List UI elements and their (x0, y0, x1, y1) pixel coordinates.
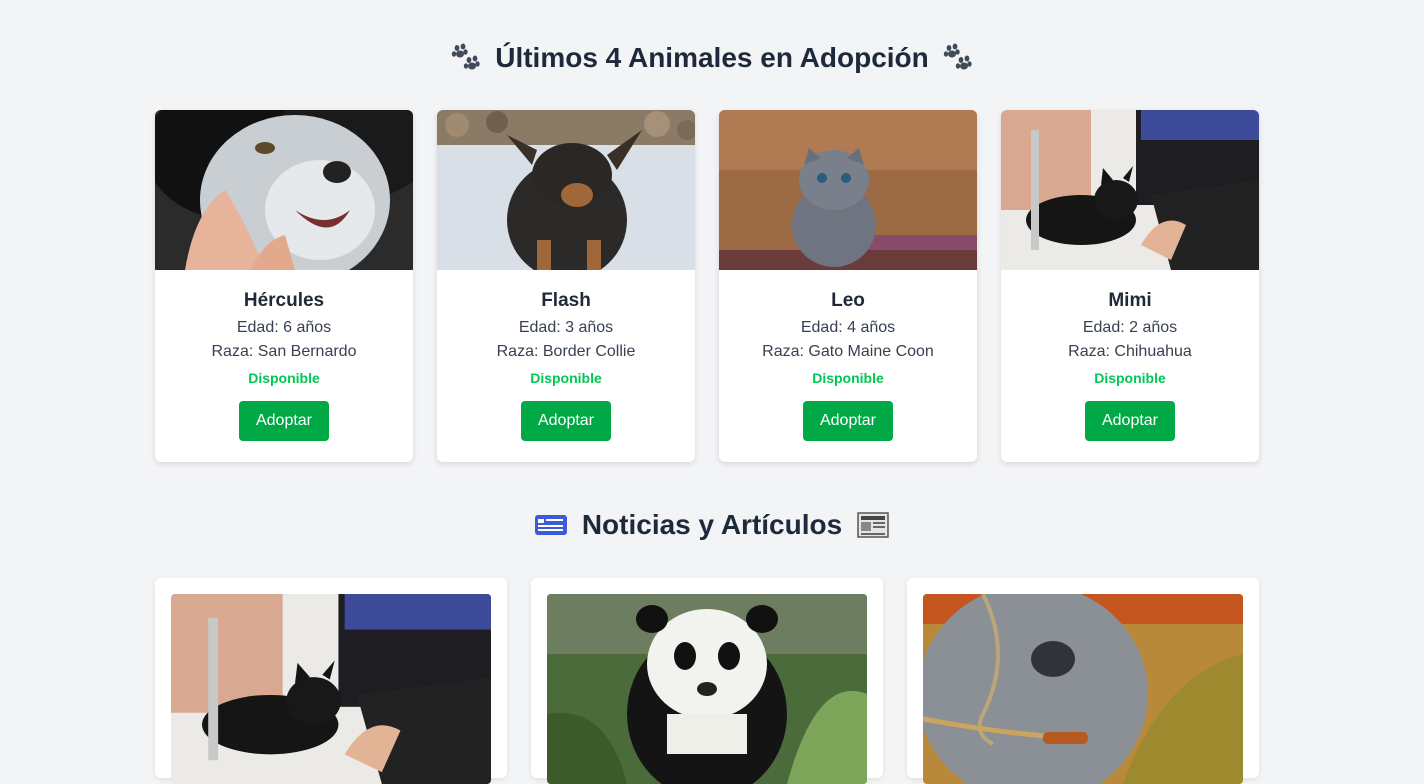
animal-card: Mimi Edad: 2 años Raza: Chihuahua Dispon… (1001, 110, 1259, 462)
animal-breed: Raza: Chihuahua (1068, 343, 1192, 360)
news-section-title: Noticias y Artículos (0, 507, 1424, 541)
paw-prints-icon (452, 43, 481, 70)
newspaper-icon (857, 511, 889, 538)
black-kitten-photo (1001, 110, 1259, 270)
animal-card: Flash Edad: 3 años Raza: Border Collie D… (437, 110, 695, 462)
cow-photo (923, 594, 1243, 784)
dog-puppy-photo (437, 110, 695, 270)
adoption-section-title: Últimos 4 Animales en Adopción (0, 40, 1424, 74)
status-badge: Disponible (530, 370, 602, 386)
animal-age: Edad: 2 años (1082, 319, 1178, 336)
animal-card: Leo Edad: 4 años Raza: Gato Maine Coon D… (719, 110, 977, 462)
animal-age: Edad: 3 años (518, 319, 614, 336)
animal-name: Hércules (243, 290, 325, 311)
status-badge: Disponible (812, 370, 884, 386)
animal-breed: Raza: San Bernardo (211, 343, 357, 360)
newspaper-blue-icon (535, 514, 568, 535)
news-card[interactable] (155, 578, 507, 784)
animal-breed: Raza: Border Collie (496, 343, 636, 360)
adoption-title-text: Últimos 4 Animales en Adopción (495, 41, 929, 73)
animal-age: Edad: 4 años (800, 319, 896, 336)
adopt-button[interactable]: Adoptar (803, 401, 893, 441)
adopt-button[interactable]: Adoptar (1085, 401, 1175, 441)
black-kitten-keyboard-photo (171, 594, 491, 784)
adopt-button[interactable]: Adoptar (521, 401, 611, 441)
news-card[interactable] (907, 578, 1259, 784)
dog-husky-photo (155, 110, 413, 270)
panda-photo (547, 594, 867, 784)
animal-name: Flash (541, 290, 591, 311)
status-badge: Disponible (248, 370, 320, 386)
adopt-button[interactable]: Adoptar (239, 401, 329, 441)
animal-name: Leo (831, 290, 865, 311)
status-badge: Disponible (1094, 370, 1166, 386)
paw-prints-icon (943, 43, 972, 70)
animal-age: Edad: 6 años (236, 319, 332, 336)
animal-breed: Raza: Gato Maine Coon (762, 343, 934, 360)
news-title-text: Noticias y Artículos (581, 508, 843, 540)
news-card[interactable] (531, 578, 883, 784)
animal-name: Mimi (1108, 290, 1152, 311)
gray-kitten-photo (719, 110, 977, 270)
animal-card: Hércules Edad: 6 años Raza: San Bernardo… (155, 110, 413, 462)
